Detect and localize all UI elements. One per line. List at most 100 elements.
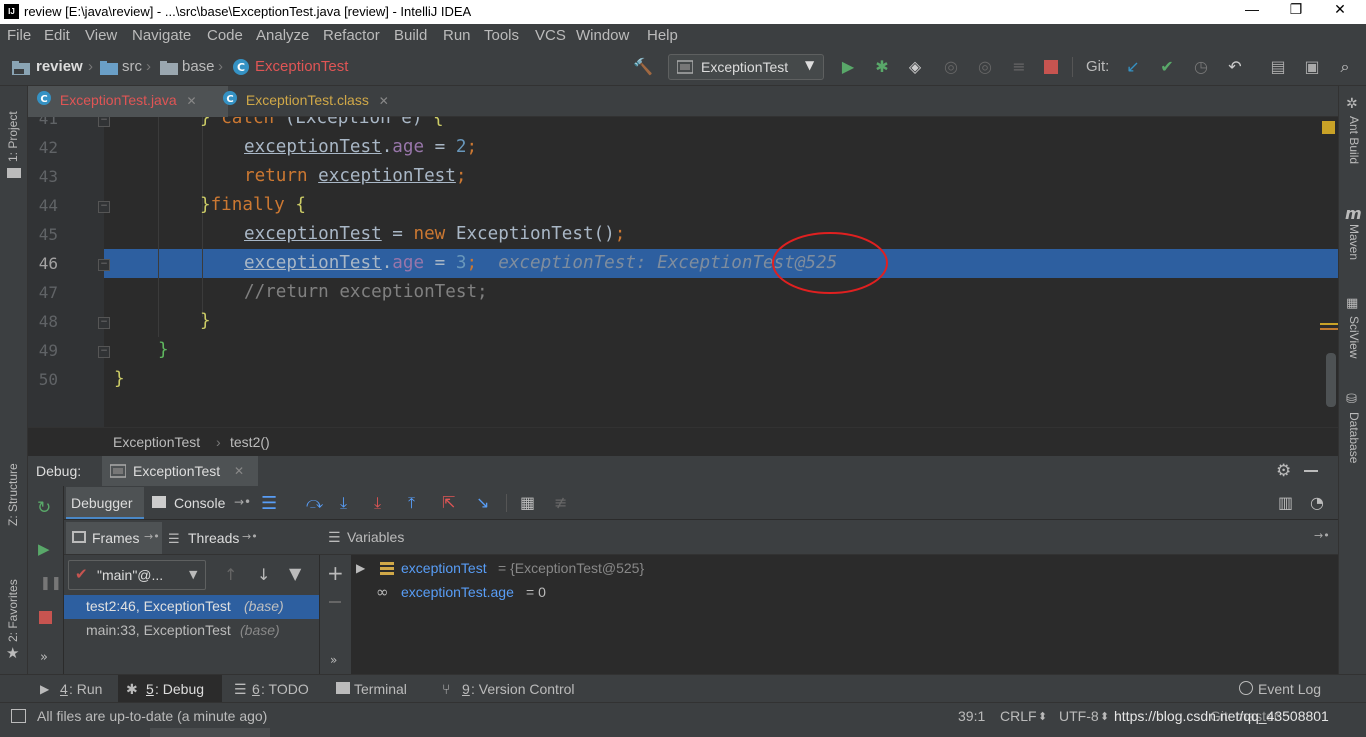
thread-selector[interactable]: ✔ "main"@... ▼ bbox=[68, 560, 206, 590]
event-log-button[interactable]: Event Log bbox=[1236, 675, 1336, 703]
resume-icon[interactable]: ▶ bbox=[38, 540, 50, 558]
more-icon[interactable]: » bbox=[40, 650, 48, 665]
breadcrumb-class[interactable]: ExceptionTest bbox=[113, 434, 200, 450]
gear-icon[interactable]: ⚙ bbox=[1276, 461, 1291, 481]
fold-marker-icon[interactable]: − bbox=[98, 317, 110, 329]
menu-navigate[interactable]: Navigate bbox=[132, 27, 191, 44]
cursor-position[interactable]: 39:1 bbox=[958, 708, 985, 724]
frame-row[interactable]: main:33, ExceptionTest (base) bbox=[64, 619, 319, 643]
fold-marker-icon[interactable]: − bbox=[98, 201, 110, 213]
show-execution-point-icon[interactable]: ☰ bbox=[261, 493, 277, 514]
fold-marker-icon[interactable]: − bbox=[98, 259, 110, 271]
tab-run[interactable]: ▶ 4 : Run bbox=[32, 675, 112, 703]
filter-icon[interactable]: ▼ bbox=[289, 564, 301, 583]
git-update-icon[interactable]: ↙ bbox=[1122, 56, 1144, 78]
tab-debug[interactable]: ✱ 5 : Debug bbox=[118, 675, 222, 703]
menu-window[interactable]: Window bbox=[576, 27, 629, 44]
tab-todo[interactable]: ☰ 6 : TODO bbox=[228, 675, 318, 703]
line-separator[interactable]: CRLF bbox=[1000, 708, 1037, 724]
menu-vcs[interactable]: VCS bbox=[535, 27, 566, 44]
code-editor[interactable]: 41 42 43 44 45 46 47 48 49 50 − − − − − … bbox=[28, 117, 1338, 427]
tab-exceptiontest-java[interactable]: C ExceptionTest.java ✕ bbox=[28, 86, 228, 120]
menu-run[interactable]: Run bbox=[443, 27, 471, 44]
rerun-icon[interactable]: ≡ bbox=[1008, 56, 1030, 78]
fold-marker-icon[interactable]: − bbox=[98, 346, 110, 358]
analysis-status-icon[interactable] bbox=[1322, 121, 1335, 134]
database-tool-button[interactable]: Database bbox=[1347, 412, 1361, 463]
favorites-tool-button[interactable]: 2: Favorites bbox=[6, 579, 20, 642]
breadcrumb-method[interactable]: test2() bbox=[230, 434, 270, 450]
force-step-into-icon[interactable]: ⤓ bbox=[374, 493, 381, 513]
menu-help[interactable]: Help bbox=[647, 27, 678, 44]
add-watch-icon[interactable]: + bbox=[327, 561, 344, 585]
restore-button[interactable]: ❐ bbox=[1276, 1, 1316, 18]
editor-scrollbar[interactable] bbox=[1326, 353, 1336, 407]
layout-settings-icon[interactable]: ▥ bbox=[1278, 493, 1293, 512]
minimize-panel-icon[interactable] bbox=[1304, 470, 1318, 472]
structure-tool-button[interactable]: Z: Structure bbox=[6, 463, 20, 526]
frame-row-selected[interactable]: test2:46, ExceptionTest (base) bbox=[64, 595, 319, 619]
menu-build[interactable]: Build bbox=[394, 27, 427, 44]
drop-frame-icon[interactable]: ⇱ bbox=[442, 493, 455, 512]
tab-debugger[interactable]: Debugger bbox=[66, 487, 144, 519]
run-config-selector[interactable]: ExceptionTest ▼ bbox=[668, 54, 824, 80]
pause-icon[interactable]: ❚❚ bbox=[40, 576, 62, 591]
breadcrumb-file[interactable]: ExceptionTest bbox=[255, 58, 348, 75]
arrow-down-icon[interactable]: ↓ bbox=[257, 565, 270, 584]
breadcrumb-src[interactable]: src bbox=[122, 58, 142, 75]
breadcrumb-project[interactable]: review bbox=[36, 58, 83, 75]
minimize-button[interactable]: — bbox=[1232, 1, 1272, 17]
breadcrumb-base[interactable]: base bbox=[182, 58, 215, 75]
menu-code[interactable]: Code bbox=[207, 27, 243, 44]
memory-gauge-icon[interactable]: ◔ bbox=[1310, 493, 1324, 512]
maven-tool-button[interactable]: Maven bbox=[1347, 224, 1361, 260]
more-icon[interactable]: » bbox=[330, 653, 337, 667]
stop-icon[interactable] bbox=[39, 611, 52, 624]
variable-row[interactable]: ▶ exceptionTest = {ExceptionTest@525} bbox=[352, 557, 952, 581]
tab-threads[interactable]: ☰ Threads →• bbox=[162, 522, 290, 554]
search-icon[interactable]: ⌕ bbox=[1334, 56, 1356, 78]
arrow-up-icon[interactable]: ↑ bbox=[224, 565, 237, 584]
project-structure-icon[interactable]: ▤ bbox=[1267, 56, 1289, 78]
git-commit-icon[interactable]: ✔ bbox=[1156, 56, 1178, 78]
revert-icon[interactable]: ↶ bbox=[1224, 56, 1246, 78]
error-stripe-marker[interactable] bbox=[1320, 328, 1338, 330]
tab-version-control[interactable]: ⑂ 9 : Version Control bbox=[436, 675, 586, 703]
step-over-icon[interactable]: ⤼ bbox=[306, 493, 323, 513]
debug-session-tab[interactable]: ExceptionTest ✕ bbox=[102, 456, 258, 487]
pin-arrow-icon[interactable]: →• bbox=[1314, 529, 1330, 542]
close-icon[interactable]: ✕ bbox=[234, 464, 244, 478]
trace-icon[interactable]: ≢ bbox=[554, 493, 567, 512]
step-out-icon[interactable]: ⤒ bbox=[408, 493, 415, 513]
tab-terminal[interactable]: Terminal bbox=[328, 675, 424, 703]
git-history-icon[interactable]: ◷ bbox=[1190, 56, 1212, 78]
menu-edit[interactable]: Edit bbox=[44, 27, 70, 44]
run-icon[interactable]: ▶ bbox=[837, 56, 859, 78]
build-hammer-icon[interactable]: 🔨 bbox=[632, 56, 654, 78]
evaluate-expression-icon[interactable]: ▦ bbox=[520, 493, 535, 512]
step-into-icon[interactable]: ⤓ bbox=[340, 493, 347, 513]
menu-view[interactable]: View bbox=[85, 27, 117, 44]
menu-analyze[interactable]: Analyze bbox=[256, 27, 309, 44]
sciview-tool-button[interactable]: SciView bbox=[1347, 316, 1361, 358]
close-tab-icon[interactable]: ✕ bbox=[187, 94, 197, 108]
tab-exceptiontest-class[interactable]: C ExceptionTest.class ✕ bbox=[214, 86, 414, 117]
menu-file[interactable]: File bbox=[7, 27, 31, 44]
expand-arrow-icon[interactable]: ▶ bbox=[356, 561, 365, 575]
profile-icon[interactable]: ◎ bbox=[940, 56, 962, 78]
fold-marker-icon[interactable]: − bbox=[98, 117, 110, 127]
file-encoding[interactable]: UTF-8 bbox=[1059, 708, 1099, 724]
layout-icon[interactable]: ▣ bbox=[1301, 56, 1323, 78]
close-button[interactable]: ✕ bbox=[1320, 1, 1360, 18]
error-stripe-marker[interactable] bbox=[1320, 323, 1338, 325]
remove-watch-icon[interactable] bbox=[329, 601, 341, 603]
variable-row[interactable]: ∞ exceptionTest.age = 0 bbox=[352, 581, 952, 605]
project-tool-button[interactable]: 1: Project bbox=[6, 111, 20, 162]
menu-tools[interactable]: Tools bbox=[484, 27, 519, 44]
attach-icon[interactable]: ◎ bbox=[974, 56, 996, 78]
rerun-icon[interactable]: ↻ bbox=[37, 498, 51, 518]
coverage-icon[interactable]: ◈ bbox=[904, 56, 926, 78]
ant-build-tool-button[interactable]: Ant Build bbox=[1347, 116, 1361, 164]
run-to-cursor-icon[interactable]: ↘ bbox=[476, 493, 489, 512]
stop-icon[interactable] bbox=[1044, 60, 1058, 74]
